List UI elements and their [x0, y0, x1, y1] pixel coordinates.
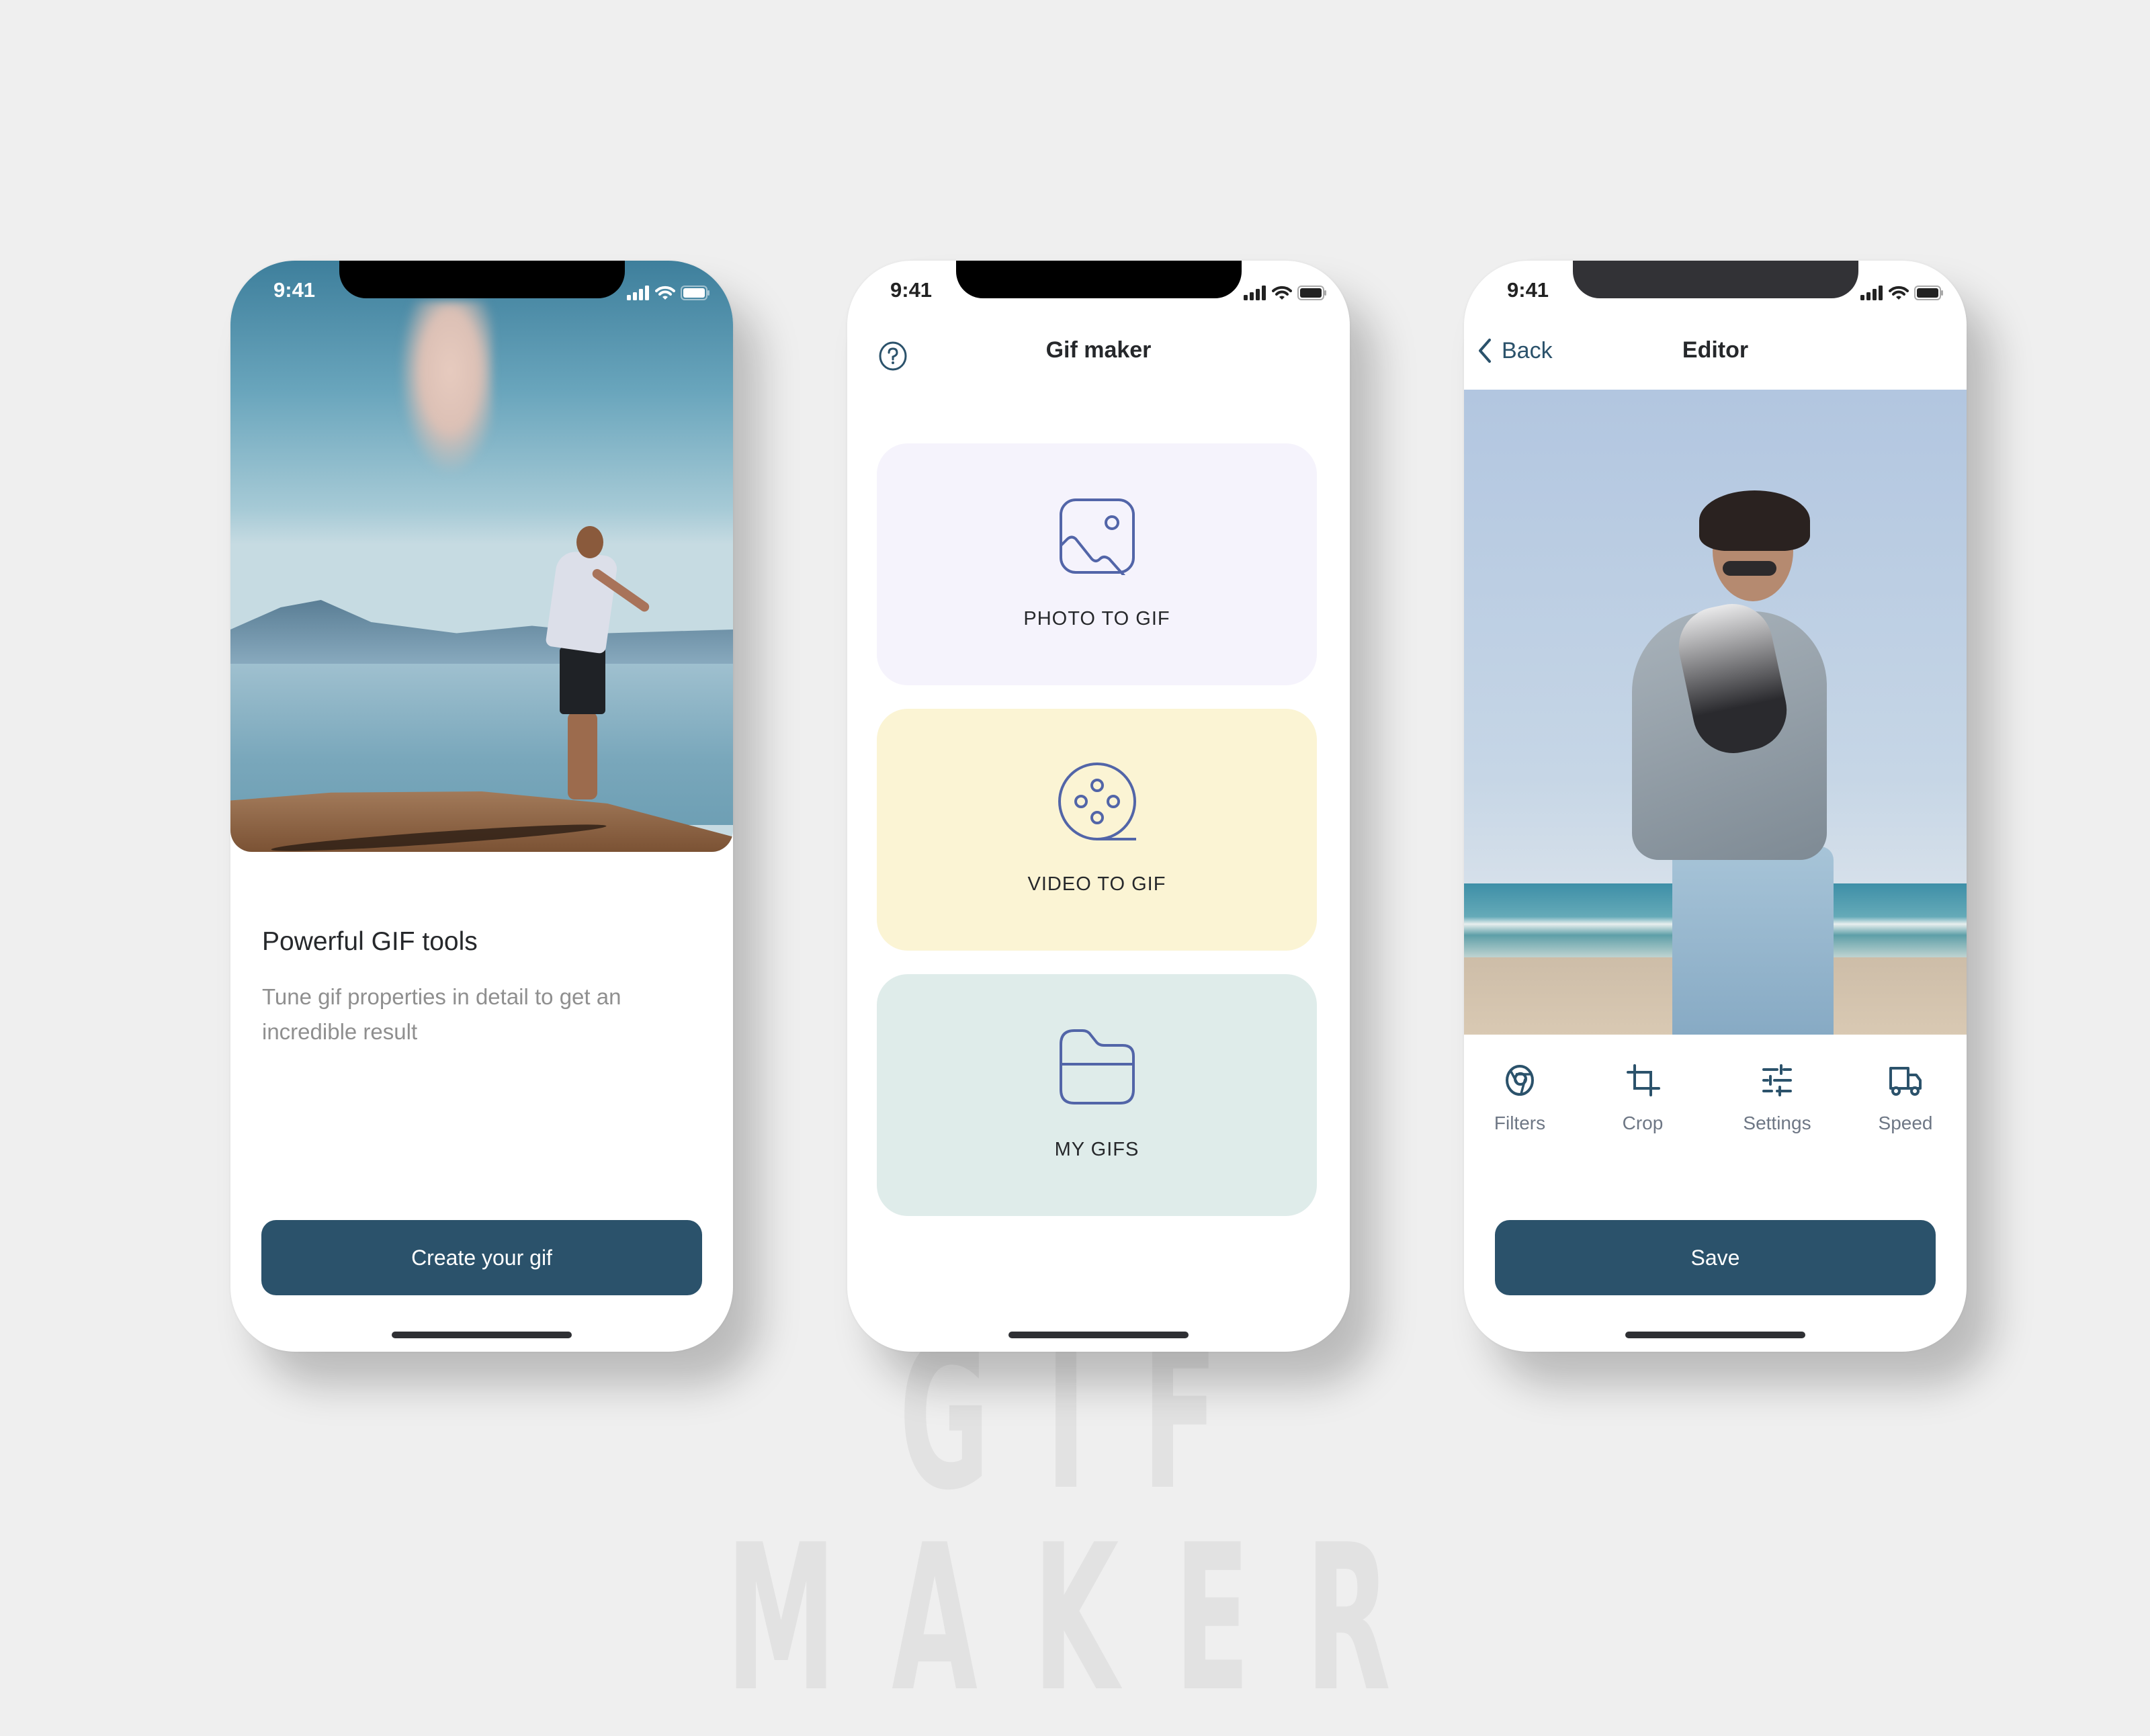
status-bar: 9:41 — [847, 261, 1350, 321]
phone-editor: 9:41 Back Editor Filters Crop Settings S… — [1464, 261, 1967, 1352]
home-indicator[interactable] — [392, 1332, 572, 1338]
card-label: PHOTO TO GIF — [1023, 608, 1170, 630]
video-to-gif-card[interactable]: VIDEO TO GIF — [877, 709, 1317, 951]
photo-to-gif-card[interactable]: PHOTO TO GIF — [877, 443, 1317, 685]
tool-label: Speed — [1878, 1113, 1933, 1133]
page-title: Gif maker — [1045, 337, 1152, 363]
editor-toolbar: Filters Crop Settings Speed — [1464, 1052, 1967, 1139]
truck-icon — [1889, 1067, 1922, 1096]
cellular-signal-icon — [1860, 286, 1883, 300]
wifi-icon — [1272, 286, 1292, 300]
image-icon — [1060, 498, 1135, 575]
card-label: VIDEO TO GIF — [1027, 873, 1166, 895]
home-indicator[interactable] — [1008, 1332, 1189, 1338]
crop-icon — [1627, 1064, 1660, 1096]
status-time: 9:41 — [1507, 278, 1549, 302]
tool-label: Crop — [1622, 1113, 1664, 1133]
page-title: Editor — [1682, 337, 1749, 363]
onboarding-title: Powerful GIF tools — [262, 927, 478, 956]
tool-settings[interactable]: Settings — [1730, 1052, 1824, 1134]
my-gifs-card[interactable]: MY GIFS — [877, 974, 1317, 1216]
nav-bar: Back Editor — [1464, 321, 1967, 382]
tool-crop[interactable]: Crop — [1596, 1052, 1690, 1134]
battery-icon — [1297, 286, 1326, 300]
card-label: MY GIFS — [1054, 1139, 1140, 1160]
wifi-icon — [655, 286, 675, 300]
hero-photo — [230, 261, 733, 852]
editor-photo-preview[interactable] — [1464, 390, 1967, 1035]
status-time: 9:41 — [273, 278, 316, 302]
cellular-signal-icon — [1244, 286, 1266, 300]
status-bar: 9:41 — [1464, 261, 1967, 321]
tool-speed[interactable]: Speed — [1858, 1052, 1952, 1134]
create-gif-button[interactable]: Create your gif — [261, 1220, 702, 1295]
nav-bar: Gif maker — [847, 321, 1350, 382]
cellular-signal-icon — [627, 286, 649, 300]
sliders-icon — [1762, 1064, 1792, 1096]
tool-label: Filters — [1494, 1113, 1546, 1133]
battery-icon — [1914, 286, 1943, 300]
wifi-icon — [1889, 286, 1909, 300]
save-button[interactable]: Save — [1495, 1220, 1936, 1295]
battery-icon — [681, 286, 710, 300]
phone-onboarding: 9:41 Powerful GIF tools Tune gif propert… — [230, 261, 733, 1352]
tool-label: Settings — [1743, 1113, 1811, 1133]
status-bar: 9:41 — [230, 261, 733, 321]
folder-icon — [1060, 1029, 1135, 1104]
filters-icon — [1506, 1065, 1534, 1096]
tool-filters[interactable]: Filters — [1473, 1052, 1567, 1134]
home-indicator[interactable] — [1625, 1332, 1805, 1338]
film-reel-icon — [1058, 763, 1136, 840]
phone-home: 9:41 Gif maker PHOTO TO GIF VIDEO TO GIF… — [847, 261, 1350, 1352]
onboarding-description: Tune gif properties in detail to get an … — [262, 984, 621, 1044]
status-time: 9:41 — [890, 278, 933, 302]
